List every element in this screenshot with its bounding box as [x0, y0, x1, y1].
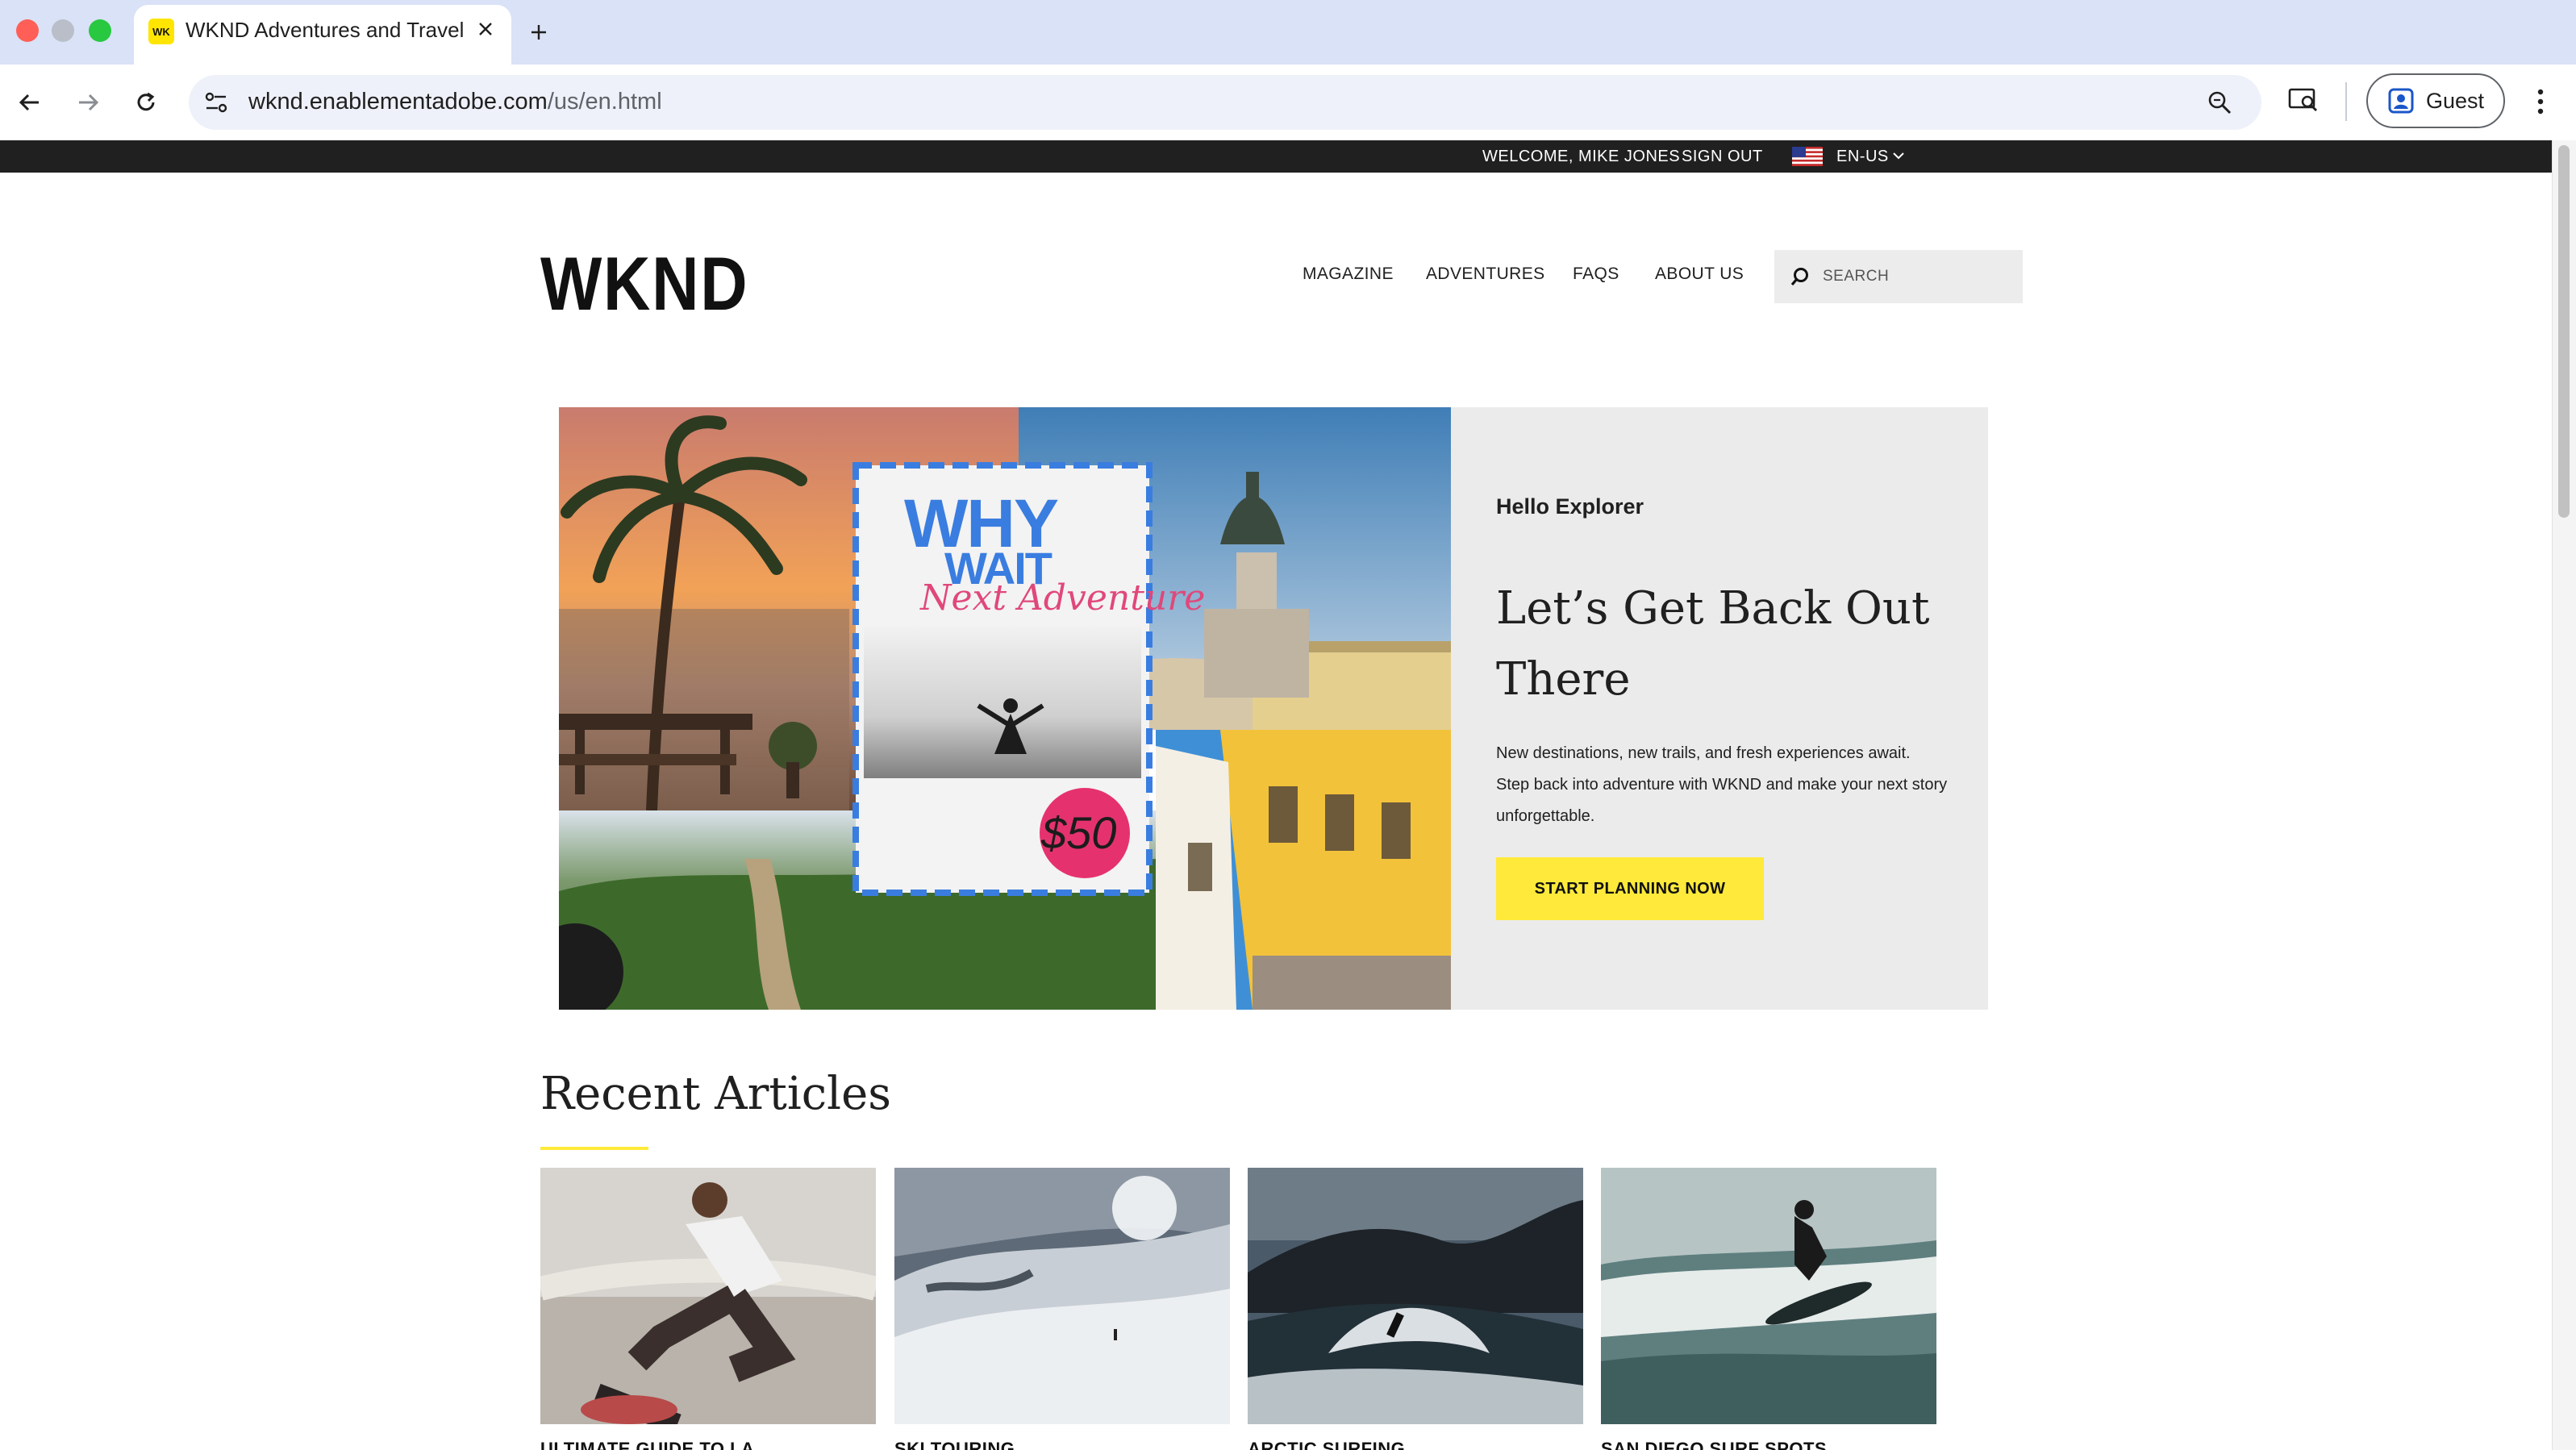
article-card-san-diego[interactable]: SAN DIEGO SURF SPOTS — [1601, 1168, 1936, 1450]
url-text[interactable]: wknd.enablementadobe.com/us/en.html — [248, 89, 662, 115]
language-selector[interactable]: EN-US — [1836, 148, 1889, 166]
url-host: wknd.enablementadobe.com — [248, 89, 548, 115]
reload-icon[interactable] — [124, 81, 168, 124]
toolbar-divider — [2345, 82, 2347, 121]
search-icon — [1790, 268, 1808, 286]
profile-label: Guest — [2426, 88, 2485, 113]
nav-about-us[interactable]: ABOUT US — [1655, 265, 1744, 284]
back-arrow-icon[interactable] — [8, 81, 52, 124]
welcome-text: WELCOME, MIKE JONES — [1482, 148, 1681, 165]
plus-icon[interactable] — [519, 13, 558, 52]
article-image-ski-touring[interactable] — [894, 1168, 1230, 1424]
article-image-san-diego-surf[interactable] — [1601, 1168, 1936, 1424]
hero-headline: Let’s Get Back Out There — [1496, 582, 1930, 706]
scrollbar-thumb[interactable] — [2558, 145, 2570, 518]
wknd-logo[interactable]: WKND — [540, 240, 748, 327]
hero-text-panel: Hello Explorer Let’s Get Back Out There … — [1451, 407, 1988, 1010]
collage-next-adventure-text: Next Adventure — [920, 577, 1206, 619]
chevron-down-icon[interactable] — [1891, 148, 1906, 168]
article-card-arctic[interactable]: ARCTIC SURFING — [1248, 1168, 1583, 1450]
collage-price-badge: $50 — [1041, 807, 1117, 858]
nav-adventures[interactable]: ADVENTURES — [1426, 265, 1545, 284]
tab-title: WKND Adventures and Travel — [185, 18, 465, 42]
utility-bar: WELCOME, MIKE JONES SIGN OUT EN-US — [0, 140, 2552, 173]
article-image-arctic-surfing[interactable] — [1248, 1168, 1583, 1424]
maximize-window-button[interactable] — [89, 19, 111, 42]
heading-underline — [540, 1147, 648, 1150]
hero-collage-image[interactable]: WHY WAIT Next Adventure $50 — [559, 407, 1451, 1010]
sign-out-link[interactable]: SIGN OUT — [1682, 148, 1763, 166]
search-box[interactable] — [1774, 250, 2023, 303]
cast-search-icon[interactable] — [2287, 84, 2320, 120]
article-title[interactable]: ULTIMATE GUIDE TO LA — [540, 1439, 754, 1450]
address-bar[interactable]: wknd.enablementadobe.com/us/en.html — [189, 75, 2261, 130]
hero-kicker: Hello Explorer — [1496, 494, 1644, 519]
article-card-la[interactable]: ULTIMATE GUIDE TO LA — [540, 1168, 876, 1450]
browser-tab-strip: WK WKND Adventures and Travel — [0, 0, 2576, 65]
browser-tab[interactable]: WK WKND Adventures and Travel — [134, 5, 511, 65]
start-planning-button[interactable]: START PLANNING NOW — [1496, 857, 1764, 920]
nav-magazine[interactable]: MAGAZINE — [1303, 265, 1394, 284]
page-viewport: WELCOME, MIKE JONES SIGN OUT EN-US WKND … — [0, 140, 2552, 1450]
close-icon[interactable] — [471, 15, 500, 44]
minimize-window-button[interactable] — [52, 19, 74, 42]
us-flag-icon[interactable] — [1792, 147, 1823, 171]
hero-body-text: New destinations, new trails, and fresh … — [1496, 744, 1948, 825]
article-title[interactable]: ARCTIC SURFING — [1248, 1439, 1405, 1450]
article-card-ski[interactable]: SKI TOURING — [894, 1168, 1230, 1450]
favicon: WK — [148, 19, 174, 44]
menu-dots-icon[interactable] — [2524, 85, 2557, 122]
url-path: /us/en.html — [547, 89, 662, 115]
browser-toolbar: wknd.enablementadobe.com/us/en.html Gues… — [0, 65, 2576, 140]
site-settings-icon[interactable] — [202, 88, 231, 121]
article-title[interactable]: SAN DIEGO SURF SPOTS — [1601, 1439, 1827, 1450]
article-image-skateboarder[interactable] — [540, 1168, 876, 1424]
search-input[interactable] — [1823, 268, 2008, 285]
close-window-button[interactable] — [16, 19, 39, 42]
profile-button[interactable]: Guest — [2366, 73, 2505, 128]
zoom-icon[interactable] — [2205, 88, 2234, 121]
article-title[interactable]: SKI TOURING — [894, 1439, 1015, 1450]
profile-icon — [2388, 88, 2414, 114]
forward-arrow-icon[interactable] — [66, 81, 110, 124]
recent-articles-heading: Recent Articles — [540, 1068, 891, 1120]
nav-faqs[interactable]: FAQS — [1573, 265, 1619, 284]
